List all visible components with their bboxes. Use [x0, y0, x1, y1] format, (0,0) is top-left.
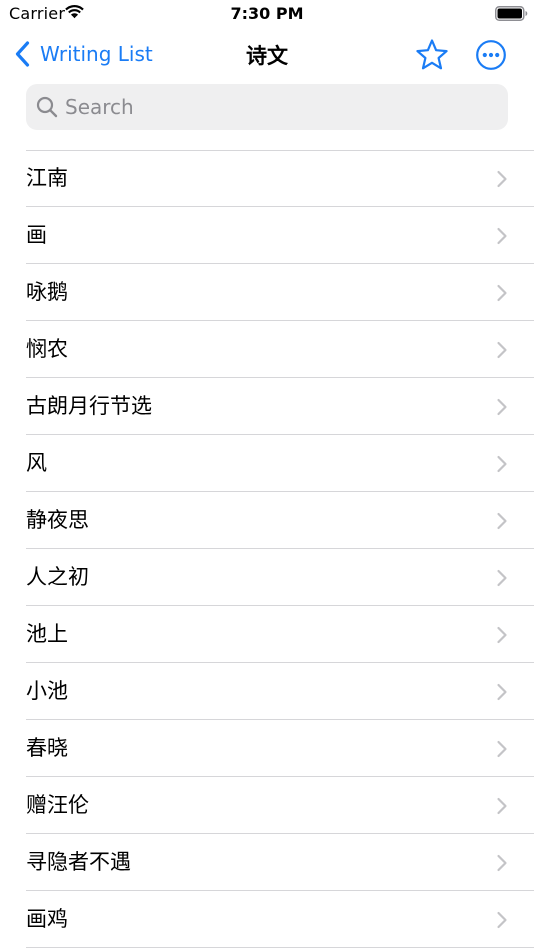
list-item-label: 静夜思 [26, 508, 89, 532]
chevron-right-icon [497, 683, 507, 701]
list-item-label: 人之初 [26, 565, 89, 589]
chevron-right-icon [497, 341, 507, 359]
list-item[interactable]: 寻隐者不遇 [0, 834, 534, 891]
list-item[interactable]: 咏鹅 [0, 264, 534, 321]
chevron-right-icon [497, 170, 507, 188]
ellipsis-circle-icon[interactable] [475, 39, 507, 71]
navigation-bar: Writing List 诗文 [0, 30, 534, 78]
list-item[interactable]: 画鸡 [0, 891, 534, 948]
list-item[interactable]: 人之初 [0, 549, 534, 606]
list-item-label: 古朗月行节选 [26, 394, 152, 418]
list-item-label: 江南 [26, 166, 68, 190]
list-item[interactable]: 悯农 [0, 321, 534, 378]
poem-list: 江南 画 咏鹅 悯农 古朗月行节选 风 静夜思 人之初 池上 小池 春晓 赠汪伦… [0, 150, 534, 948]
chevron-right-icon [497, 227, 507, 245]
chevron-right-icon [497, 911, 507, 929]
page-title: 诗文 [246, 44, 288, 68]
status-time: 7:30 PM [230, 4, 304, 23]
chevron-right-icon [497, 854, 507, 872]
list-item-label: 悯农 [26, 337, 68, 361]
chevron-right-icon [497, 740, 507, 758]
list-item-label: 小池 [26, 679, 68, 703]
list-item-label: 池上 [26, 622, 68, 646]
list-item[interactable]: 画 [0, 207, 534, 264]
list-item[interactable]: 赠汪伦 [0, 777, 534, 834]
search-input[interactable] [65, 84, 495, 130]
list-item[interactable]: 江南 [0, 150, 534, 207]
list-item[interactable]: 风 [0, 435, 534, 492]
chevron-right-icon [497, 797, 507, 815]
list-item[interactable]: 古朗月行节选 [0, 378, 534, 435]
list-item[interactable]: 池上 [0, 606, 534, 663]
list-item-label: 咏鹅 [26, 280, 68, 304]
chevron-right-icon [497, 455, 507, 473]
list-item-label: 春晓 [26, 736, 68, 760]
chevron-right-icon [497, 626, 507, 644]
list-item-label: 画鸡 [26, 907, 68, 931]
chevron-right-icon [497, 569, 507, 587]
list-item[interactable]: 静夜思 [0, 492, 534, 549]
status-bar: Carrier 7:30 PM [0, 0, 534, 28]
star-icon[interactable] [415, 38, 449, 72]
search-icon [36, 96, 58, 118]
list-item-label: 赠汪伦 [26, 793, 89, 817]
list-item[interactable]: 春晓 [0, 720, 534, 777]
chevron-right-icon [497, 284, 507, 302]
list-item[interactable]: 小池 [0, 663, 534, 720]
chevron-right-icon [497, 398, 507, 416]
list-item-label: 寻隐者不遇 [26, 850, 131, 874]
list-item-label: 画 [26, 223, 47, 247]
search-bar[interactable] [26, 84, 508, 130]
battery-icon [495, 6, 528, 21]
chevron-right-icon [497, 512, 507, 530]
list-item-label: 风 [26, 451, 47, 475]
